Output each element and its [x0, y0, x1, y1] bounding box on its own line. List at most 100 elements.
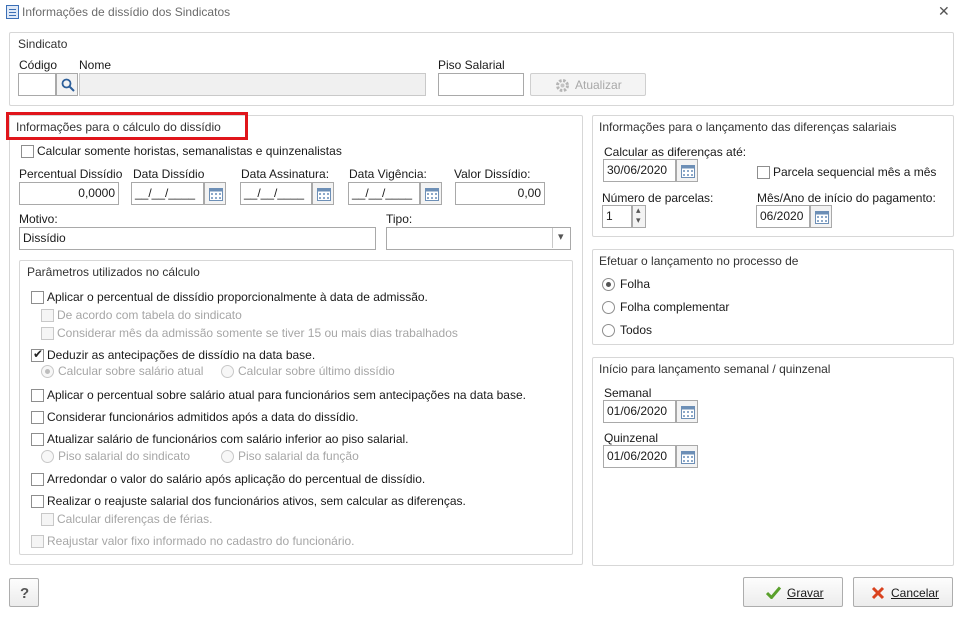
data-dissidio-calendar-button[interactable]: [204, 182, 226, 205]
help-icon: ?: [20, 585, 30, 602]
lancamento-title: Informações para o lançamento das difere…: [599, 120, 897, 134]
semanal-calendar-button[interactable]: [676, 400, 698, 423]
p5-checkbox[interactable]: [31, 433, 44, 446]
p2b-radio[interactable]: [221, 365, 234, 378]
quinzenal-input[interactable]: 01/06/2020: [603, 445, 676, 468]
mes-ano-label: Mês/Ano de início do pagamento:: [757, 191, 936, 205]
parcela-sequencial-checkbox[interactable]: [757, 166, 770, 179]
gravar-button[interactable]: Gravar: [743, 577, 843, 607]
sindicato-title: Sindicato: [18, 37, 68, 51]
search-button[interactable]: [56, 73, 78, 96]
semanal-label: Semanal: [604, 386, 652, 400]
percentual-input[interactable]: 0,0000: [19, 182, 119, 205]
calcular-ate-input[interactable]: 30/06/2020: [603, 159, 676, 182]
calendar-icon: [681, 451, 695, 464]
p4-label: Considerar funcionários admitidos após a…: [47, 410, 359, 424]
num-parcelas-label: Número de parcelas:: [602, 191, 714, 205]
nome-label: Nome: [79, 58, 112, 72]
p4-checkbox[interactable]: [31, 411, 44, 424]
p1-label: Aplicar o percentual de dissídio proporc…: [47, 290, 428, 304]
tipo-label: Tipo:: [386, 212, 413, 226]
p2a-radio[interactable]: [41, 365, 54, 378]
p3-checkbox[interactable]: [31, 389, 44, 402]
help-button[interactable]: ?: [9, 578, 39, 607]
cancelar-label: Cancelar: [891, 586, 940, 600]
p7a-checkbox[interactable]: [41, 513, 54, 526]
todos-radio[interactable]: [602, 324, 615, 337]
parcela-sequencial-label: Parcela sequencial mês a mês: [773, 165, 937, 179]
valor-dissidio-label: Valor Dissídio:: [454, 167, 531, 181]
calcular-ate-label: Calcular as diferenças até:: [604, 145, 747, 159]
p5a-radio[interactable]: [41, 450, 54, 463]
valor-dissidio-input[interactable]: 0,00: [455, 182, 545, 205]
somente-horistas-label: Calcular somente horistas, semanalistas …: [37, 144, 342, 158]
num-parcelas-input[interactable]: 1: [602, 205, 632, 228]
calendar-icon: [681, 406, 695, 419]
data-assinatura-input[interactable]: __/__/____: [240, 182, 312, 205]
p8-checkbox[interactable]: [31, 535, 44, 548]
nome-field: [79, 73, 426, 96]
tipo-select[interactable]: [386, 227, 571, 250]
parametros-panel: [19, 260, 573, 555]
folha-complementar-label: Folha complementar: [620, 300, 730, 314]
parametros-title: Parâmetros utilizados no cálculo: [27, 265, 200, 279]
calcular-ate-calendar-button[interactable]: [676, 159, 698, 182]
motivo-label: Motivo:: [19, 212, 58, 226]
close-icon[interactable]: ✕: [938, 4, 950, 18]
gear-icon: [556, 79, 569, 92]
check-icon: ✔: [33, 347, 44, 361]
calendar-icon: [815, 211, 829, 224]
cancelar-button[interactable]: Cancelar: [853, 577, 953, 607]
data-vigencia-input[interactable]: __/__/____: [348, 182, 420, 205]
codigo-input[interactable]: [18, 73, 56, 96]
mes-ano-calendar-button[interactable]: [810, 205, 832, 228]
p5a-label: Piso salarial do sindicato: [58, 449, 191, 463]
window-icon: [6, 5, 19, 19]
check-icon: [766, 586, 781, 599]
search-icon: [61, 78, 75, 92]
p3-label: Aplicar o percentual sobre salário atual…: [47, 388, 526, 402]
calendar-icon: [317, 188, 331, 201]
p2-checkbox[interactable]: ✔: [31, 347, 44, 362]
piso-salarial-input[interactable]: [438, 73, 524, 96]
calendar-icon: [425, 188, 439, 201]
atualizar-button[interactable]: Atualizar: [530, 73, 646, 96]
p1a-label: De acordo com tabela do sindicato: [57, 308, 242, 322]
p6-label: Arredondar o valor do salário após aplic…: [47, 472, 426, 486]
quinzenal-label: Quinzenal: [604, 431, 659, 445]
calculo-title: Informações para o cálculo do dissídio: [16, 120, 221, 134]
motivo-input[interactable]: Dissídio: [19, 227, 376, 250]
data-assinatura-calendar-button[interactable]: [312, 182, 334, 205]
somente-horistas-checkbox[interactable]: [21, 145, 34, 158]
calendar-icon: [209, 188, 223, 201]
atualizar-label: Atualizar: [575, 78, 622, 92]
p2a-label: Calcular sobre salário atual: [58, 364, 204, 378]
p1-checkbox[interactable]: [31, 291, 44, 304]
title-bar: Informações de dissídio dos Sindicatos ✕: [0, 0, 961, 24]
folha-radio[interactable]: [602, 278, 615, 291]
p2b-label: Calcular sobre último dissídio: [238, 364, 395, 378]
chevron-down-icon: [552, 228, 570, 248]
quinzenal-calendar-button[interactable]: [676, 445, 698, 468]
x-icon: [871, 586, 885, 600]
data-assinatura-label: Data Assinatura:: [241, 167, 330, 181]
p1a-checkbox[interactable]: [41, 309, 54, 322]
folha-complementar-radio[interactable]: [602, 301, 615, 314]
calendar-icon: [681, 165, 695, 178]
data-dissidio-input[interactable]: __/__/____: [131, 182, 204, 205]
p2-label: Deduzir as antecipações de dissídio na d…: [47, 348, 316, 362]
p1b-checkbox[interactable]: [41, 327, 54, 340]
data-vigencia-label: Data Vigência:: [349, 167, 427, 181]
semanal-input[interactable]: 01/06/2020: [603, 400, 676, 423]
percentual-label: Percentual Dissídio: [19, 167, 123, 181]
data-vigencia-calendar-button[interactable]: [420, 182, 442, 205]
p5-label: Atualizar salário de funcionários com sa…: [47, 432, 409, 446]
p6-checkbox[interactable]: [31, 473, 44, 486]
p7-checkbox[interactable]: [31, 495, 44, 508]
semanal-title: Início para lançamento semanal / quinzen…: [599, 362, 831, 376]
num-parcelas-spinner[interactable]: [632, 205, 646, 228]
window-title: Informações de dissídio dos Sindicatos: [22, 5, 231, 19]
folha-label: Folha: [620, 277, 651, 291]
mes-ano-input[interactable]: 06/2020: [756, 205, 810, 228]
p5b-radio[interactable]: [221, 450, 234, 463]
